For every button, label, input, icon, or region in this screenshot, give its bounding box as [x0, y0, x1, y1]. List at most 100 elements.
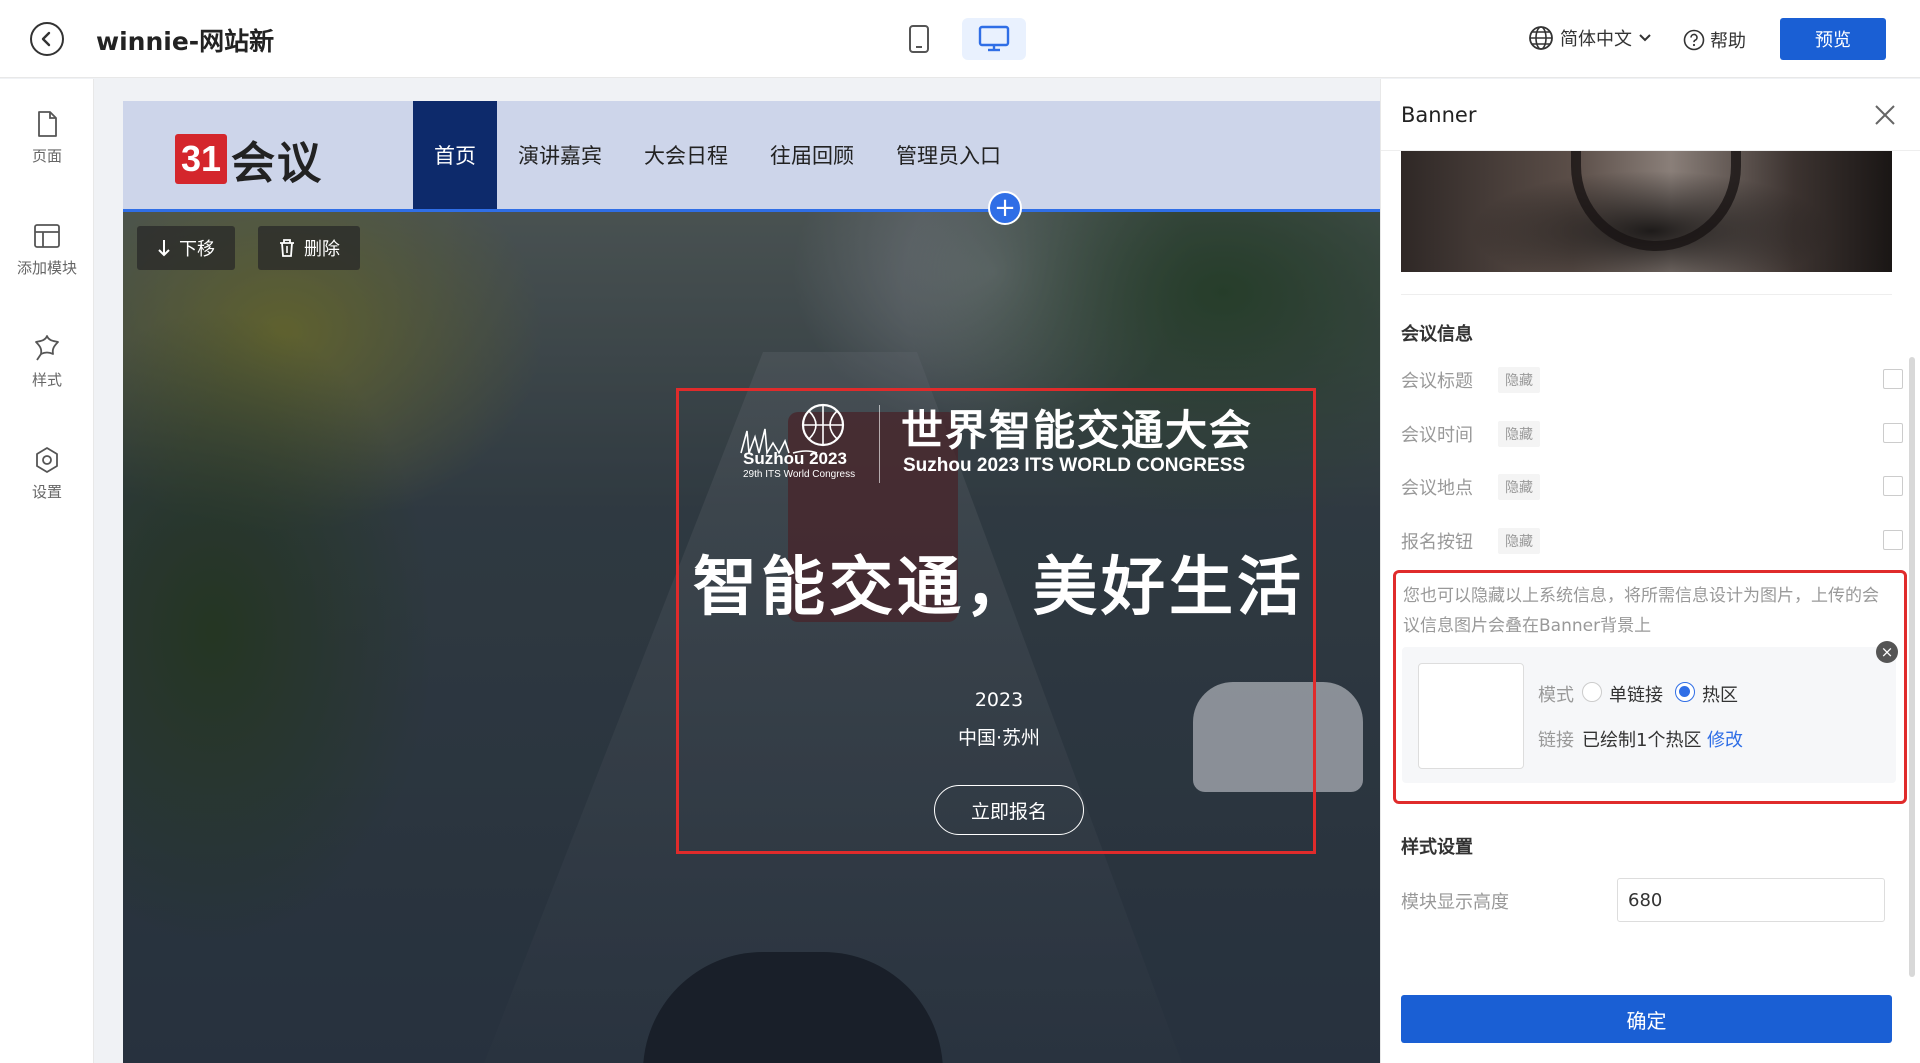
- nav-item-agenda[interactable]: 大会日程: [623, 101, 749, 209]
- preview-button[interactable]: 预览: [1780, 18, 1886, 60]
- sidebar-item-add-module[interactable]: 添加模块: [0, 221, 94, 278]
- move-down-button[interactable]: 下移: [137, 226, 235, 270]
- meeting-year: 2023: [974, 689, 1024, 711]
- logo-text: 会议: [231, 138, 323, 189]
- congress-logo-subtext: 29th ITS World Congress: [743, 469, 856, 480]
- hide-meeting-location-checkbox[interactable]: [1883, 476, 1903, 496]
- congress-english-title: Suzhou 2023 ITS WORLD CONGRESS: [903, 455, 1246, 476]
- hide-meeting-title-checkbox[interactable]: [1883, 369, 1903, 389]
- banner-background-thumbnail[interactable]: [1401, 151, 1892, 272]
- info-image-highlight-box: 您也可以隐藏以上系统信息，将所需信息设计为图片，上传的会议信息图片会叠在Bann…: [1393, 570, 1907, 804]
- sidebar-item-style[interactable]: 样式: [0, 333, 94, 390]
- signup-button[interactable]: 立即报名: [934, 785, 1084, 835]
- hidden-tag: 隐藏: [1498, 528, 1540, 554]
- thumbnail-arc-shape: [1571, 151, 1741, 251]
- info-image-hint: 您也可以隐藏以上系统信息，将所需信息设计为图片，上传的会议信息图片会叠在Bann…: [1403, 586, 1879, 636]
- nav-item-past-review[interactable]: 往届回顾: [749, 101, 875, 209]
- delete-label: 删除: [304, 239, 340, 260]
- panel-scrollbar[interactable]: [1909, 357, 1915, 977]
- sidebar-item-label: 添加模块: [16, 259, 77, 277]
- field-row-meeting-title: 会议标题 隐藏: [1401, 361, 1903, 397]
- single-link-label: 单链接: [1609, 685, 1663, 706]
- move-down-label: 下移: [179, 239, 215, 260]
- help-link[interactable]: 帮助: [1683, 27, 1746, 53]
- globe-icon: [1529, 26, 1553, 50]
- hide-meeting-time-checkbox[interactable]: [1883, 423, 1903, 443]
- site-preview-canvas: 31 会议 首页 演讲嘉宾 大会日程 往届回顾 管理员入口 下移 删除 Suzh…: [123, 101, 1380, 1063]
- field-label: 会议标题: [1401, 371, 1473, 392]
- field-row-module-height: 模块显示高度: [1401, 878, 1892, 922]
- sidebar-item-pages[interactable]: 页面: [0, 109, 94, 166]
- question-icon: [1683, 29, 1705, 51]
- field-label: 会议时间: [1401, 425, 1473, 446]
- sidebar-item-label: 样式: [31, 371, 62, 389]
- top-bar: winnie-网站新 简体中文 帮助 预览: [0, 0, 1920, 78]
- info-image-upload[interactable]: [1418, 663, 1524, 769]
- hidden-tag: 隐藏: [1498, 367, 1540, 393]
- hotzone-radio[interactable]: [1675, 682, 1695, 702]
- single-link-radio[interactable]: [1582, 682, 1602, 702]
- language-selector[interactable]: 简体中文: [1528, 25, 1652, 51]
- congress-title: 世界智能交通大会: [901, 406, 1254, 455]
- left-sidebar: 页面 添加模块 样式 设置: [0, 79, 94, 1063]
- logo-divider: [879, 405, 880, 483]
- arrow-left-icon: [41, 31, 51, 47]
- banner-info-overlay[interactable]: Suzhou 2023 29th ITS World Congress 世界智能…: [676, 388, 1316, 854]
- panel-header: Banner: [1381, 79, 1920, 151]
- close-icon[interactable]: [1871, 101, 1899, 129]
- edit-hotzone-link[interactable]: 修改: [1707, 726, 1743, 752]
- page-icon: [38, 111, 57, 137]
- style-settings-section-title: 样式设置: [1401, 837, 1473, 858]
- module-height-input[interactable]: [1617, 878, 1885, 922]
- layout-icon: [34, 224, 60, 248]
- hidden-tag: 隐藏: [1498, 421, 1540, 447]
- add-module-plus-icon[interactable]: +: [988, 191, 1022, 225]
- settings-icon: [36, 447, 58, 473]
- language-label: 简体中文: [1560, 29, 1632, 50]
- hidden-tag: 隐藏: [1498, 474, 1540, 500]
- logo-mark: 31: [175, 134, 227, 184]
- field-row-signup-button: 报名按钮 隐藏: [1401, 522, 1903, 558]
- banner-slogan: 智能交通，美好生活: [693, 551, 1305, 625]
- mode-label: 模式: [1538, 685, 1574, 706]
- meeting-location: 中国·苏州: [957, 727, 1041, 749]
- desktop-view-button[interactable]: [962, 18, 1026, 60]
- site-logo[interactable]: 31 会议: [175, 127, 323, 191]
- site-navbar: 31 会议 首页 演讲嘉宾 大会日程 往届回顾 管理员入口: [123, 101, 1380, 209]
- nav-item-speakers[interactable]: 演讲嘉宾: [497, 101, 623, 209]
- field-row-meeting-location: 会议地点 隐藏: [1401, 468, 1903, 504]
- hide-signup-button-checkbox[interactable]: [1883, 530, 1903, 550]
- confirm-button[interactable]: 确定: [1401, 995, 1892, 1043]
- remove-image-close-icon[interactable]: ×: [1876, 641, 1898, 663]
- sidebar-item-settings[interactable]: 设置: [0, 445, 94, 502]
- nav-item-home[interactable]: 首页: [413, 101, 497, 209]
- chevron-down-icon: [1639, 34, 1651, 42]
- site-nav-list: 首页 演讲嘉宾 大会日程 往届回顾 管理员入口: [413, 101, 1022, 209]
- sidebar-item-label: 设置: [31, 483, 62, 501]
- desktop-icon: [978, 25, 1010, 52]
- link-value: 已绘制1个热区: [1582, 730, 1702, 751]
- mobile-view-button[interactable]: [887, 18, 951, 60]
- divider: [1401, 294, 1892, 295]
- hotzone-label: 热区: [1702, 685, 1738, 706]
- panel-title: Banner: [1401, 103, 1477, 127]
- mobile-icon: [909, 25, 929, 53]
- meeting-info-section-title: 会议信息: [1401, 324, 1473, 345]
- trash-icon: [280, 239, 294, 257]
- help-label: 帮助: [1710, 31, 1746, 52]
- back-button[interactable]: [30, 22, 64, 56]
- banner-module[interactable]: 下移 删除 Suzhou 2023 29th ITS World Congres…: [123, 209, 1380, 1063]
- field-label: 会议地点: [1401, 478, 1473, 499]
- info-image-card: 模式 单链接 热区 链接 已绘制1个热区 修改: [1402, 647, 1896, 783]
- field-label: 模块显示高度: [1401, 892, 1509, 913]
- field-label: 报名按钮: [1401, 532, 1473, 553]
- banner-settings-panel: Banner 会议信息 会议标题 隐藏 会议时间 隐藏 会议地点 隐藏 报名按钮…: [1380, 79, 1920, 1063]
- site-title: winnie-网站新: [96, 27, 275, 56]
- delete-block-button[interactable]: 删除: [258, 226, 360, 270]
- arrow-down-icon: [158, 240, 170, 257]
- sidebar-item-label: 页面: [31, 147, 62, 165]
- link-label: 链接: [1538, 730, 1574, 751]
- field-row-meeting-time: 会议时间 隐藏: [1401, 415, 1903, 451]
- style-icon: [35, 335, 59, 361]
- congress-logo-text: Suzhou 2023: [743, 449, 847, 468]
